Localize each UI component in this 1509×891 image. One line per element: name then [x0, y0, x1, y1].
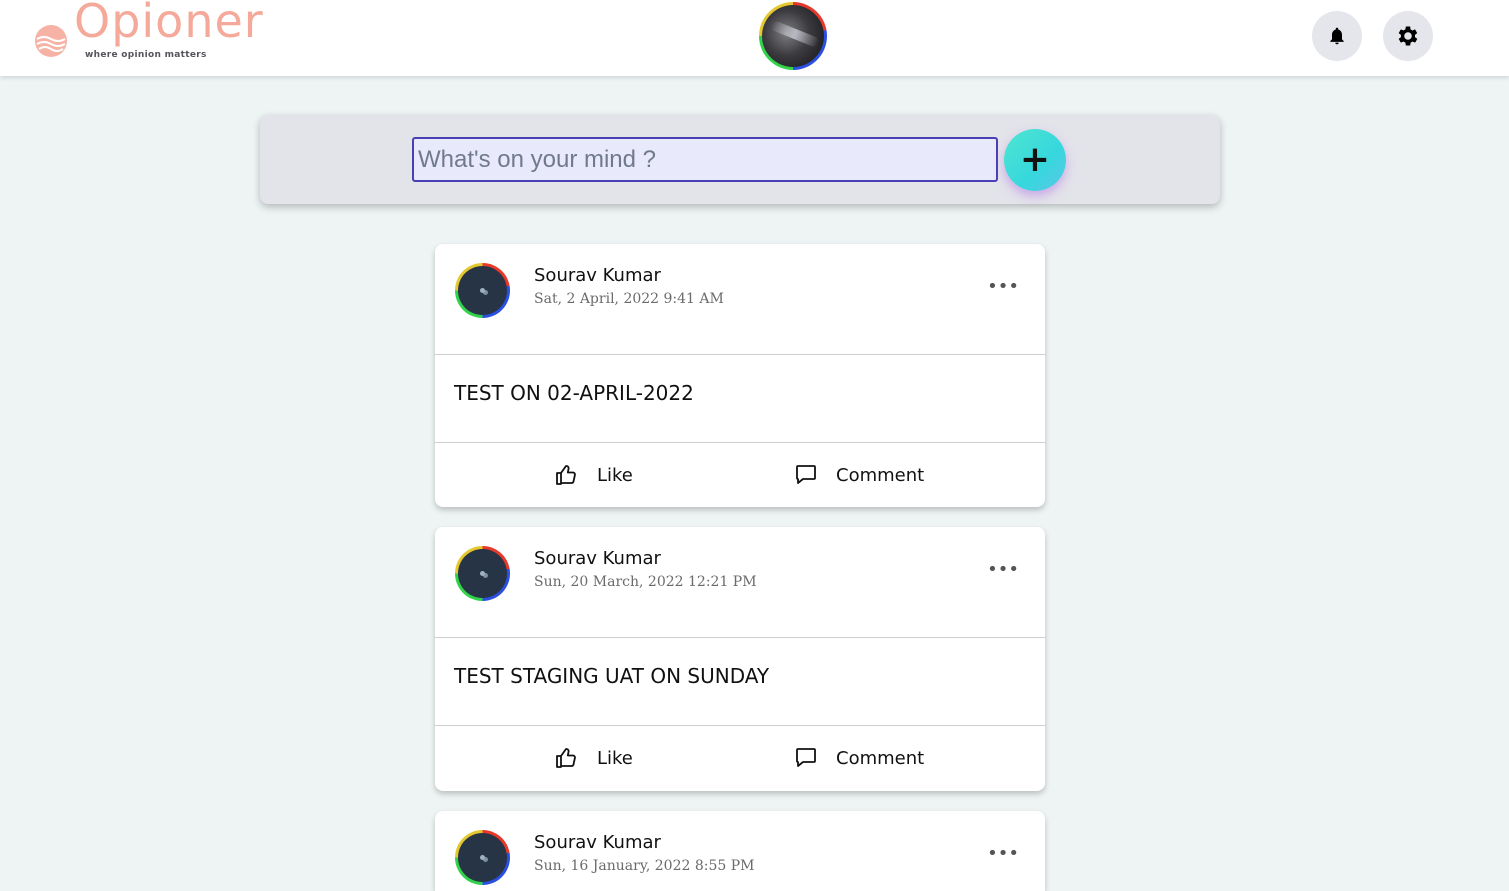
comment-button[interactable]: Comment	[794, 744, 924, 772]
comment-label: Comment	[836, 464, 925, 486]
bell-icon	[1330, 27, 1344, 45]
notifications-button[interactable]	[1312, 11, 1362, 61]
post-actions: Like Comment	[435, 443, 1045, 506]
post-header: Sourav Kumar Sun, 20 March, 2022 12:21 P…	[435, 527, 1045, 638]
post-text: TEST STAGING UAT ON SUNDAY	[454, 664, 770, 688]
post-card: Sourav Kumar Sun, 20 March, 2022 12:21 P…	[435, 527, 1045, 791]
logo-tagline: where opinion matters	[85, 50, 207, 60]
post-content: TEST STAGING UAT ON SUNDAY	[435, 638, 1045, 726]
comment-label: Comment	[836, 747, 925, 769]
like-label: Like	[597, 464, 633, 486]
logo-mark-icon	[35, 25, 67, 57]
more-options-icon[interactable]: •••	[987, 274, 1019, 298]
post-content: TEST ON 02-APRIL-2022	[435, 355, 1045, 443]
author-name[interactable]: Sourav Kumar	[534, 832, 661, 853]
post-header: Sourav Kumar Sat, 2 April, 2022 9:41 AM …	[435, 244, 1045, 355]
logo-wordmark: Opioner	[74, 0, 264, 48]
comment-icon	[796, 748, 816, 767]
like-button[interactable]: Like	[555, 461, 633, 489]
post-header: Sourav Kumar Sun, 16 January, 2022 8:55 …	[435, 811, 1045, 891]
post-composer: +	[260, 115, 1220, 204]
author-name[interactable]: Sourav Kumar	[534, 548, 661, 569]
more-options-icon[interactable]: •••	[987, 841, 1019, 865]
app-logo[interactable]: Opioner where opinion matters	[32, 0, 292, 70]
add-post-button[interactable]: +	[1004, 129, 1066, 191]
like-button[interactable]: Like	[555, 744, 633, 772]
post-timestamp: Sat, 2 April, 2022 9:41 AM	[534, 291, 724, 307]
post-timestamp: Sun, 20 March, 2022 12:21 PM	[534, 574, 757, 590]
post-card: Sourav Kumar Sat, 2 April, 2022 9:41 AM …	[435, 244, 1045, 507]
top-navbar: Opioner where opinion matters	[0, 0, 1509, 76]
post-card: Sourav Kumar Sun, 16 January, 2022 8:55 …	[435, 811, 1045, 891]
post-actions: Like Comment	[435, 726, 1045, 789]
comment-icon	[796, 465, 816, 484]
gear-icon	[1398, 26, 1418, 46]
post-input[interactable]	[412, 137, 998, 182]
author-name[interactable]: Sourav Kumar	[534, 265, 661, 286]
profile-avatar-image	[762, 5, 824, 67]
thumbs-up-icon	[556, 748, 576, 768]
like-label: Like	[597, 747, 633, 769]
profile-avatar[interactable]	[759, 2, 827, 70]
author-avatar[interactable]	[455, 546, 510, 601]
author-avatar[interactable]	[455, 830, 510, 885]
settings-button[interactable]	[1383, 11, 1433, 61]
comment-button[interactable]: Comment	[794, 461, 924, 489]
more-options-icon[interactable]: •••	[987, 557, 1019, 581]
post-timestamp: Sun, 16 January, 2022 8:55 PM	[534, 858, 755, 874]
thumbs-up-icon	[556, 465, 576, 485]
post-text: TEST ON 02-APRIL-2022	[454, 381, 694, 405]
author-avatar[interactable]	[455, 263, 510, 318]
plus-icon: +	[1019, 139, 1051, 180]
